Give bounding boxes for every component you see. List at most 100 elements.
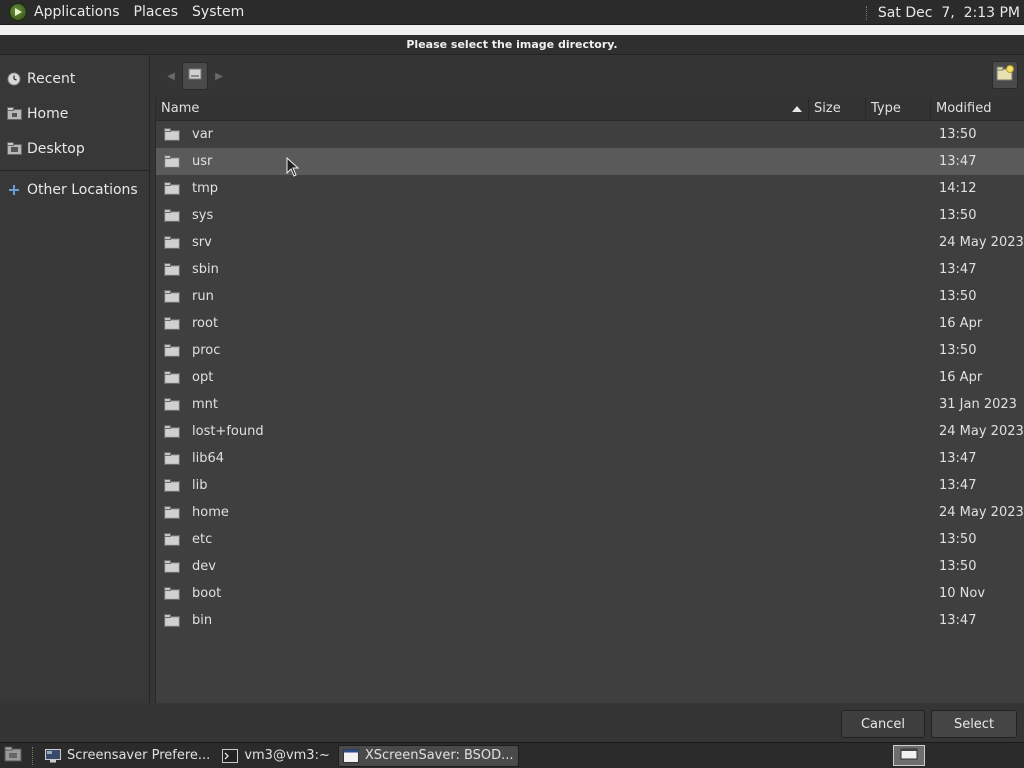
places-menu[interactable]: Places bbox=[127, 0, 186, 25]
table-row[interactable]: opt 16 Apr bbox=[156, 364, 1024, 391]
table-row[interactable]: bin 13:47 bbox=[156, 607, 1024, 634]
path-root-button[interactable] bbox=[182, 62, 208, 90]
terminal-icon bbox=[222, 748, 239, 763]
file-name: mnt bbox=[192, 397, 218, 412]
file-modified: 24 May 2023 bbox=[939, 235, 1024, 250]
table-row[interactable]: run 13:50 bbox=[156, 283, 1024, 310]
column-header-size[interactable]: Size bbox=[809, 97, 866, 120]
file-modified: 13:47 bbox=[939, 613, 977, 628]
clock-icon bbox=[6, 71, 22, 87]
sidebar-item-desktop[interactable]: Desktop bbox=[0, 131, 149, 166]
table-row[interactable]: boot 10 Nov bbox=[156, 580, 1024, 607]
scroll-left-button[interactable]: ◀ bbox=[160, 62, 182, 90]
top-panel: Applications Places System Sat Dec 7, 2:… bbox=[0, 0, 1024, 25]
mouse-cursor-icon bbox=[286, 156, 300, 177]
file-modified: 10 Nov bbox=[939, 586, 986, 601]
file-name-cell: boot bbox=[156, 586, 809, 601]
table-row[interactable]: home 24 May 2023 bbox=[156, 499, 1024, 526]
taskbar-item-label: Screensaver Prefere... bbox=[67, 748, 211, 763]
table-row[interactable]: lost+found 24 May 2023 bbox=[156, 418, 1024, 445]
taskbar-item[interactable]: Screensaver Prefere... bbox=[41, 745, 214, 767]
file-name: etc bbox=[192, 532, 213, 547]
table-row[interactable]: root 16 Apr bbox=[156, 310, 1024, 337]
table-row[interactable]: var 13:50 bbox=[156, 121, 1024, 148]
show-desktop-button[interactable] bbox=[2, 746, 24, 766]
dialog-title: Please select the image directory. bbox=[0, 35, 1024, 55]
column-header-type[interactable]: Type bbox=[866, 97, 931, 120]
column-header-name[interactable]: Name bbox=[156, 97, 809, 120]
file-name: lib64 bbox=[192, 451, 225, 466]
sidebar-item-other-locations[interactable]: Other Locations bbox=[0, 175, 149, 205]
folder-icon bbox=[164, 398, 180, 411]
select-button[interactable]: Select bbox=[931, 710, 1017, 738]
table-row[interactable]: sbin 13:47 bbox=[156, 256, 1024, 283]
column-header-label: Name bbox=[161, 101, 200, 116]
taskbar-item[interactable]: XScreenSaver: BSOD... bbox=[337, 744, 519, 767]
file-name: run bbox=[192, 289, 214, 304]
file-name-cell: lost+found bbox=[156, 424, 809, 439]
system-menu[interactable]: System bbox=[185, 0, 251, 25]
file-name-cell: run bbox=[156, 289, 809, 304]
sidebar-item-label: Home bbox=[27, 105, 69, 122]
file-modified: 13:47 bbox=[939, 262, 977, 277]
sidebar-item-recent[interactable]: Recent bbox=[0, 61, 149, 96]
file-modified: 13:50 bbox=[939, 532, 977, 547]
file-name: var bbox=[192, 127, 214, 142]
places-sidebar: Recent Home Desktop Other Locations bbox=[0, 55, 150, 703]
new-folder-button[interactable] bbox=[992, 61, 1018, 89]
sidebar-item-home[interactable]: Home bbox=[0, 96, 149, 131]
task-list: Screensaver Prefere... vm3@vm3:~ XScreenSa… bbox=[41, 744, 523, 767]
file-name-cell: dev bbox=[156, 559, 809, 574]
folder-icon bbox=[164, 344, 180, 357]
file-name-cell: home bbox=[156, 505, 809, 520]
table-row[interactable]: mnt 31 Jan 2023 bbox=[156, 391, 1024, 418]
scroll-right-button[interactable]: ▶ bbox=[208, 62, 230, 90]
distro-logo-icon[interactable] bbox=[9, 3, 27, 21]
folder-icon bbox=[164, 614, 180, 627]
file-modified: 13:50 bbox=[939, 559, 977, 574]
workspace-switcher[interactable] bbox=[893, 745, 925, 766]
file-modified: 24 May 2023 bbox=[939, 505, 1024, 520]
table-row[interactable]: lib64 13:47 bbox=[156, 445, 1024, 472]
file-name: root bbox=[192, 316, 219, 331]
applications-menu[interactable]: Applications bbox=[32, 0, 127, 25]
file-name: usr bbox=[192, 154, 213, 169]
workspace-icon bbox=[900, 748, 918, 764]
file-name: lib bbox=[192, 478, 208, 493]
file-name-cell: var bbox=[156, 127, 809, 142]
plus-icon bbox=[6, 182, 22, 198]
clock[interactable]: Sat Dec 7, 2:13 PM bbox=[878, 5, 1024, 21]
file-name-cell: opt bbox=[156, 370, 809, 385]
column-header-modified[interactable]: Modified bbox=[931, 97, 1024, 120]
file-name: bin bbox=[192, 613, 213, 628]
show-desktop-icon bbox=[4, 746, 22, 766]
table-row[interactable]: lib 13:47 bbox=[156, 472, 1024, 499]
column-header-label: Type bbox=[871, 101, 901, 116]
column-header-label: Size bbox=[814, 101, 841, 116]
table-row[interactable]: srv 24 May 2023 bbox=[156, 229, 1024, 256]
folder-icon bbox=[164, 371, 180, 384]
file-name: home bbox=[192, 505, 229, 520]
file-list[interactable]: Name Size Type Modified var 13:50 usr 13:47… bbox=[155, 97, 1024, 703]
table-row[interactable]: proc 13:50 bbox=[156, 337, 1024, 364]
sidebar-item-label: Other Locations bbox=[27, 182, 138, 198]
table-row[interactable]: etc 13:50 bbox=[156, 526, 1024, 553]
file-modified: 31 Jan 2023 bbox=[939, 397, 1017, 412]
panel-separator bbox=[865, 5, 870, 20]
cancel-button[interactable]: Cancel bbox=[841, 710, 925, 738]
file-name: proc bbox=[192, 343, 221, 358]
file-rows: var 13:50 usr 13:47 tmp 14:12 sys 13:50 srv 24 Ma… bbox=[156, 121, 1024, 634]
taskbar-item[interactable]: vm3@vm3:~ bbox=[218, 745, 334, 767]
file-chooser-dialog: Please select the image directory. Recen… bbox=[0, 35, 1024, 742]
file-name-cell: tmp bbox=[156, 181, 809, 196]
folder-icon bbox=[164, 560, 180, 573]
file-modified: 13:50 bbox=[939, 208, 977, 223]
file-modified: 13:47 bbox=[939, 451, 977, 466]
sidebar-item-label: Desktop bbox=[27, 140, 85, 157]
window-icon bbox=[342, 748, 359, 763]
file-name-cell: bin bbox=[156, 613, 809, 628]
table-row[interactable]: sys 13:50 bbox=[156, 202, 1024, 229]
table-row[interactable]: tmp 14:12 bbox=[156, 175, 1024, 202]
table-row[interactable]: dev 13:50 bbox=[156, 553, 1024, 580]
file-name-cell: proc bbox=[156, 343, 809, 358]
